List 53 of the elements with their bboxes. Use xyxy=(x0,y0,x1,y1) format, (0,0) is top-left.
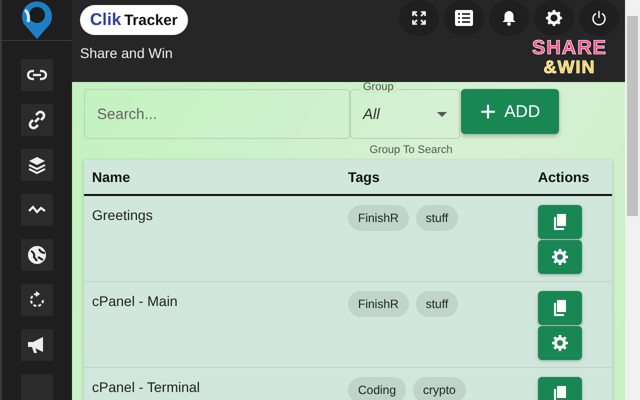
toolbar-button[interactable] xyxy=(489,0,529,36)
tag-chip[interactable]: FinishR xyxy=(348,205,409,231)
toolbar-button[interactable] xyxy=(534,0,574,36)
list-icon xyxy=(455,10,473,26)
link-name: cPanel - Terminal xyxy=(91,378,201,395)
tag-chip[interactable]: stuff xyxy=(416,205,458,231)
zigzag-icon xyxy=(28,205,46,215)
toolbar-button[interactable] xyxy=(399,0,439,36)
copy-icon xyxy=(554,386,566,400)
sidebar-item[interactable] xyxy=(21,104,53,136)
settings-button[interactable] xyxy=(538,326,582,360)
link-name: Greetings xyxy=(91,206,154,223)
tag-chip[interactable]: Coding xyxy=(348,377,406,400)
tag-chip[interactable]: stuff xyxy=(416,291,458,317)
sidebar-item[interactable] xyxy=(21,194,53,226)
globe-icon xyxy=(27,245,47,265)
group-helper-text: Group To Search xyxy=(368,144,452,156)
copy-button[interactable] xyxy=(538,205,582,239)
sidebar-item[interactable] xyxy=(21,329,53,361)
sidebar-item[interactable] xyxy=(21,149,53,181)
search-field[interactable]: Search... xyxy=(84,89,350,139)
column-header: Actions xyxy=(537,169,590,185)
sidebar-item[interactable] xyxy=(21,284,53,316)
sidebar-item[interactable] xyxy=(21,239,53,271)
refresh-icon xyxy=(28,291,46,309)
toolbar-button[interactable] xyxy=(579,0,619,36)
settings-icon xyxy=(552,249,568,265)
tag-chip[interactable]: FinishR xyxy=(348,291,409,317)
scrollbar[interactable] xyxy=(625,0,640,400)
group-label: Group xyxy=(360,82,397,93)
copy-button[interactable] xyxy=(538,291,582,325)
link-name: cPanel - Main xyxy=(91,292,179,309)
page-subtitle: Share and Win xyxy=(80,45,174,61)
app-logo: Clik Tracker xyxy=(80,5,188,35)
column-header: Name xyxy=(91,169,132,185)
settings-icon xyxy=(552,335,568,351)
dropdown-caret-icon xyxy=(437,112,447,116)
layers-icon xyxy=(27,155,47,175)
fullscreen-icon xyxy=(412,11,426,25)
column-header: Tags xyxy=(348,169,381,185)
sidebar-item[interactable] xyxy=(21,59,53,91)
bell-icon xyxy=(502,10,516,26)
link-icon xyxy=(27,69,47,81)
settings-icon xyxy=(546,10,562,26)
tag-chip[interactable]: crypto xyxy=(413,377,466,400)
power-icon xyxy=(591,10,607,26)
toolbar-button[interactable] xyxy=(444,0,484,36)
settings-button[interactable] xyxy=(538,240,582,274)
copy-icon xyxy=(554,214,566,230)
copy-icon xyxy=(554,300,566,316)
add-button[interactable]: + ADD xyxy=(461,89,559,134)
share-and-win-title: SHARE &WIN xyxy=(532,38,607,76)
chain-icon xyxy=(27,110,47,130)
